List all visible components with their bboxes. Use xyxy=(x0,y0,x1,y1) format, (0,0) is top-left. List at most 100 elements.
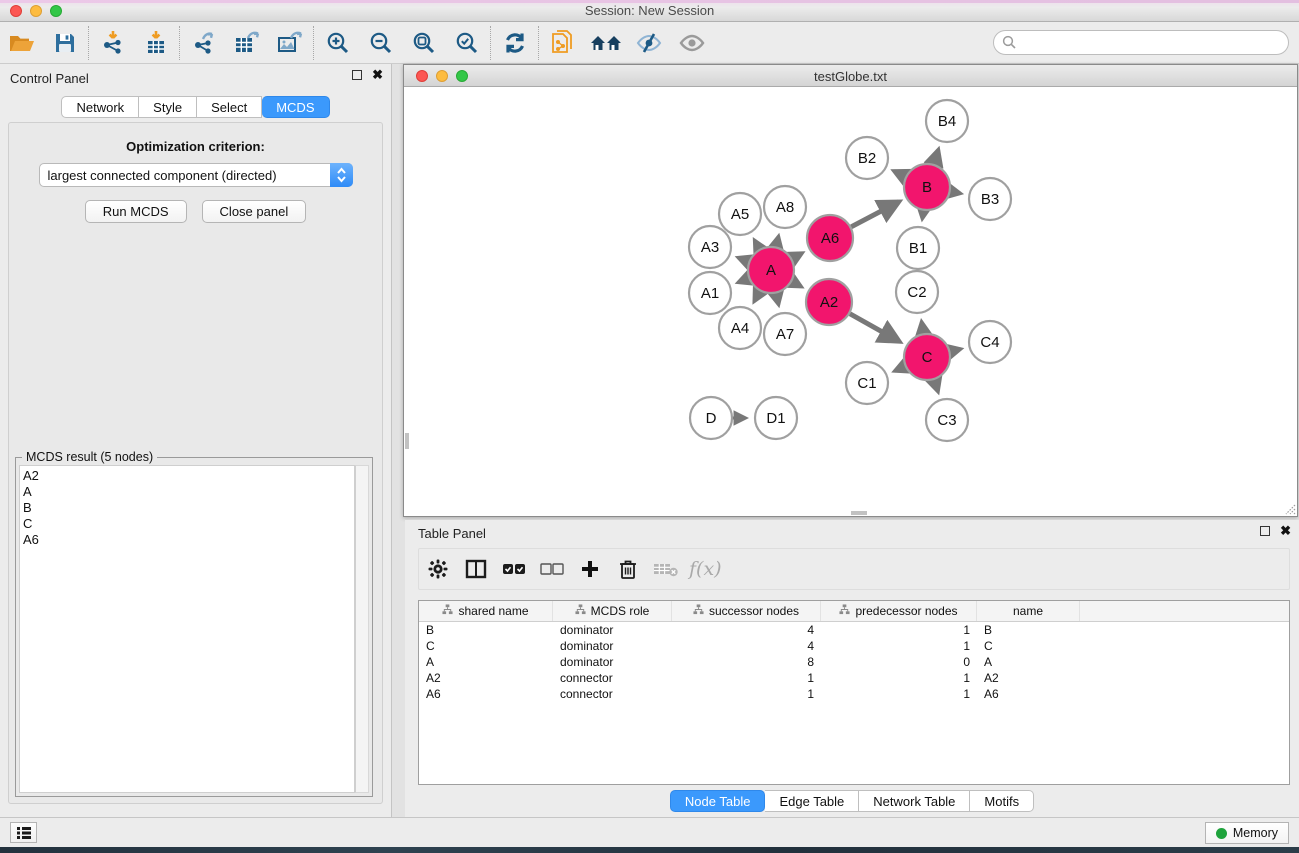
zoom-in-icon[interactable] xyxy=(316,25,359,61)
search-input[interactable] xyxy=(1017,33,1288,53)
edge-C-C3[interactable] xyxy=(934,380,938,392)
node-table[interactable]: shared nameMCDS rolesuccessor nodesprede… xyxy=(418,600,1290,785)
zoom-selected-icon[interactable] xyxy=(445,25,488,61)
result-item[interactable]: A2 xyxy=(23,468,354,484)
result-item[interactable]: A xyxy=(23,484,354,500)
column-header-name[interactable]: name xyxy=(977,601,1080,621)
edge-B-B4[interactable] xyxy=(934,150,938,164)
edge-A-A8[interactable] xyxy=(776,236,778,246)
table-cell[interactable]: A6 xyxy=(419,686,553,702)
graph-node-C4[interactable]: C4 xyxy=(969,321,1011,363)
table-cell[interactable]: A xyxy=(977,654,1080,670)
edge-A-A4[interactable] xyxy=(754,291,760,301)
column-header-successor-nodes[interactable]: successor nodes xyxy=(672,601,821,621)
memory-button[interactable]: Memory xyxy=(1205,822,1289,844)
table-cell[interactable]: connector xyxy=(553,686,672,702)
canvas-vertical-scroll-mark[interactable] xyxy=(405,433,409,449)
graph-node-A3[interactable]: A3 xyxy=(689,226,731,268)
table-cell[interactable]: 4 xyxy=(672,638,821,654)
edge-A6-B[interactable] xyxy=(851,202,898,227)
result-item[interactable]: C xyxy=(23,516,354,532)
table-row[interactable]: Bdominator41B xyxy=(419,622,1289,638)
graph-node-C2[interactable]: C2 xyxy=(896,271,938,313)
table-cell[interactable]: 1 xyxy=(821,622,977,638)
function-builder-icon[interactable]: f(x) xyxy=(689,558,722,580)
table-cell[interactable]: A2 xyxy=(977,670,1080,686)
table-cell[interactable]: 1 xyxy=(821,686,977,702)
tab-edge-table[interactable]: Edge Table xyxy=(765,790,859,812)
result-scrollbar[interactable] xyxy=(355,465,369,793)
table-cell[interactable]: A6 xyxy=(977,686,1080,702)
home-icon[interactable] xyxy=(584,25,627,61)
table-cell[interactable]: 0 xyxy=(821,654,977,670)
edge-B-B1[interactable] xyxy=(922,211,923,219)
table-cell[interactable]: B xyxy=(419,622,553,638)
run-mcds-button[interactable]: Run MCDS xyxy=(85,200,187,223)
graph-node-B[interactable]: B xyxy=(904,164,950,210)
graph-node-A4[interactable]: A4 xyxy=(719,307,761,349)
table-row[interactable]: Cdominator41C xyxy=(419,638,1289,654)
show-all-icon[interactable] xyxy=(670,25,713,61)
table-cell[interactable]: dominator xyxy=(553,638,672,654)
edge-A-A2[interactable] xyxy=(792,282,801,287)
criterion-dropdown[interactable]: largest connected component (directed) xyxy=(39,163,353,187)
graph-node-D[interactable]: D xyxy=(690,397,732,439)
close-panel-button[interactable]: Close panel xyxy=(202,200,307,223)
edge-C-C2[interactable] xyxy=(922,322,924,334)
zoom-out-icon[interactable] xyxy=(359,25,402,61)
graph-node-B3[interactable]: B3 xyxy=(969,178,1011,220)
hide-selected-icon[interactable] xyxy=(627,25,670,61)
table-cell[interactable]: 8 xyxy=(672,654,821,670)
export-image-icon[interactable] xyxy=(268,25,311,61)
save-session-icon[interactable] xyxy=(43,25,86,61)
deselect-all-icon[interactable] xyxy=(533,551,571,587)
select-all-icon[interactable] xyxy=(495,551,533,587)
zoom-fit-icon[interactable] xyxy=(402,25,445,61)
edge-A2-C[interactable] xyxy=(850,314,899,342)
tab-select[interactable]: Select xyxy=(197,96,262,118)
tab-mcds[interactable]: MCDS xyxy=(262,96,329,118)
graph-node-A8[interactable]: A8 xyxy=(764,186,806,228)
table-cell[interactable]: A xyxy=(419,654,553,670)
table-cell[interactable]: 1 xyxy=(821,638,977,654)
import-table-icon[interactable] xyxy=(134,25,177,61)
table-cell[interactable]: B xyxy=(977,622,1080,638)
result-item[interactable]: A6 xyxy=(23,532,354,548)
float-panel-icon[interactable] xyxy=(352,70,362,80)
import-network-icon[interactable] xyxy=(91,25,134,61)
column-header-MCDS-role[interactable]: MCDS role xyxy=(553,601,672,621)
resize-grip-icon[interactable] xyxy=(1282,501,1296,515)
network-canvas[interactable]: B4B2BB3A5A8A6A3B1AA1C2A2A4A7C4CC1C3DD1 xyxy=(404,88,1297,516)
edge-C-C4[interactable] xyxy=(950,349,960,351)
network-window-title-bar[interactable]: testGlobe.txt xyxy=(404,65,1297,87)
graph-node-A1[interactable]: A1 xyxy=(689,272,731,314)
table-cell[interactable]: 1 xyxy=(672,670,821,686)
new-session-from-network-icon[interactable] xyxy=(541,25,584,61)
graph-node-A6[interactable]: A6 xyxy=(807,215,853,261)
graph-node-C1[interactable]: C1 xyxy=(846,362,888,404)
graph-node-B2[interactable]: B2 xyxy=(846,137,888,179)
column-header-shared-name[interactable]: shared name xyxy=(419,601,553,621)
table-cell[interactable]: 1 xyxy=(672,686,821,702)
table-row[interactable]: Adominator80A xyxy=(419,654,1289,670)
apply-layout-icon[interactable] xyxy=(493,25,536,61)
task-history-button[interactable] xyxy=(10,822,37,843)
open-file-icon[interactable] xyxy=(0,25,43,61)
edge-B-B2[interactable] xyxy=(894,171,905,177)
result-item[interactable]: B xyxy=(23,500,354,516)
table-settings-icon[interactable] xyxy=(419,551,457,587)
close-table-panel-icon[interactable]: ✖ xyxy=(1280,526,1291,536)
table-cell[interactable]: C xyxy=(419,638,553,654)
graph-node-A7[interactable]: A7 xyxy=(764,313,806,355)
table-cell[interactable]: 1 xyxy=(821,670,977,686)
table-cell[interactable]: dominator xyxy=(553,622,672,638)
graph-node-C3[interactable]: C3 xyxy=(926,399,968,441)
canvas-horizontal-scroll-mark[interactable] xyxy=(851,511,867,515)
close-panel-icon[interactable]: ✖ xyxy=(372,70,383,80)
mcds-result-list[interactable]: A2ABCA6 xyxy=(19,465,355,793)
graph-node-A5[interactable]: A5 xyxy=(719,193,761,235)
edge-B-B3[interactable] xyxy=(951,191,961,193)
graph-node-B4[interactable]: B4 xyxy=(926,100,968,142)
edge-C-C1[interactable] xyxy=(895,367,905,372)
tab-node-table[interactable]: Node Table xyxy=(670,790,766,812)
